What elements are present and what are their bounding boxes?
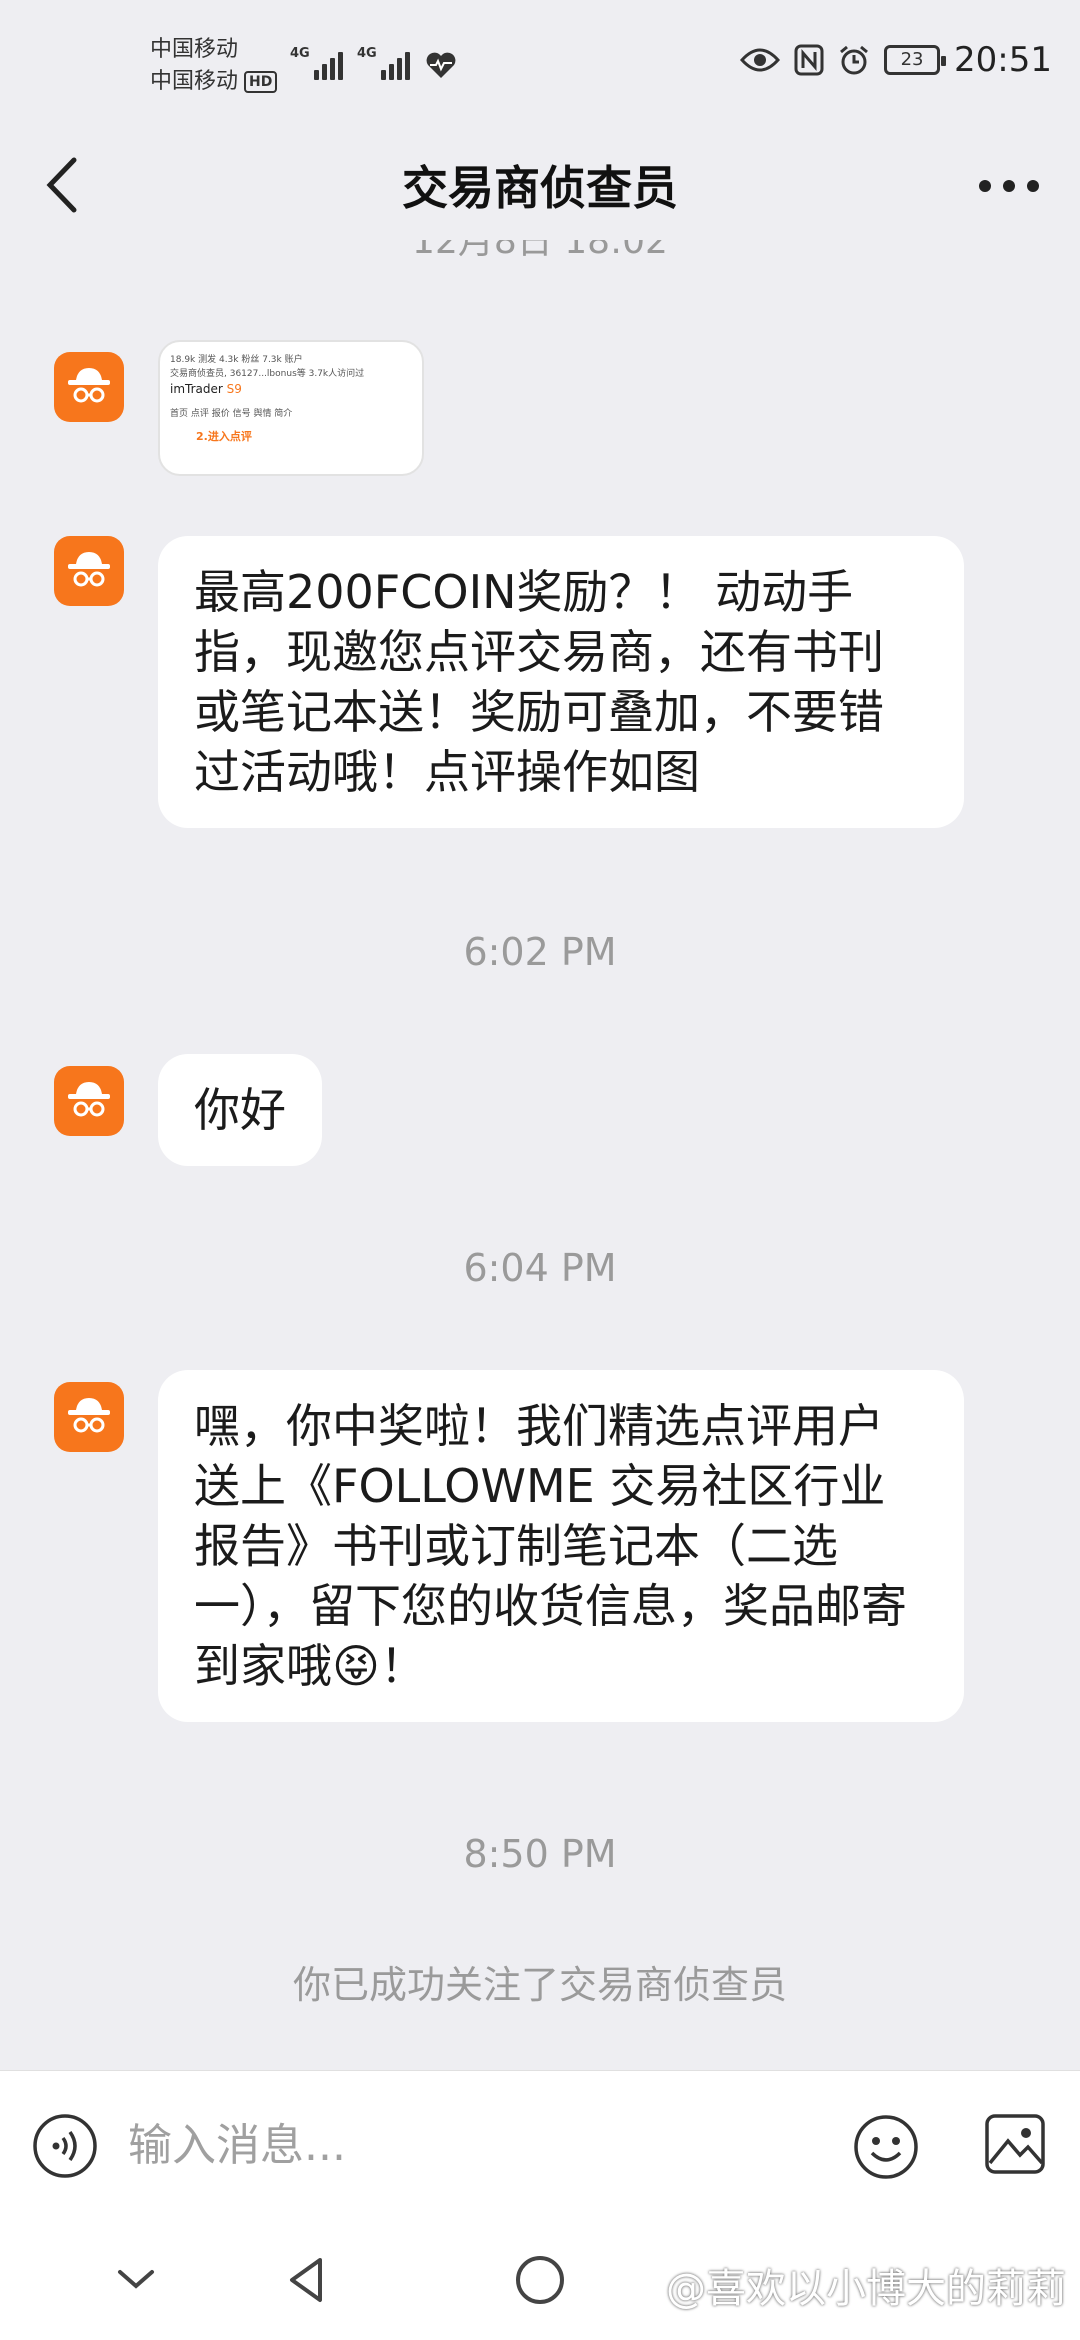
network-type-1: 4G [290,46,310,61]
heart-rate-icon [426,52,456,78]
message-bubble[interactable]: 最高200FCOIN奖励？！ 动动手指，现邀您点评交易商，还有书刊或笔记本送！奖… [158,536,964,828]
emoji-button[interactable] [852,2113,920,2181]
detective-icon [68,368,110,403]
more-options-button[interactable] [974,166,1044,206]
message-bubble[interactable]: 嘿，你中奖啦！我们精选点评用户送上《FOLLOWME 交易社区行业报告》书刊或订… [158,1370,964,1722]
emoji-icon [854,2115,918,2179]
carrier-1: 中国移动 [150,37,239,62]
avatar[interactable] [54,1066,124,1136]
alarm-icon [840,45,868,75]
navigation-bar: @喜欢以小博大的莉莉 [0,2220,1080,2340]
timestamp: 6:02 PM [463,930,617,974]
voice-icon [33,2114,97,2178]
image-button[interactable] [984,2113,1046,2175]
hide-keyboard-button[interactable] [106,2250,166,2310]
image-message[interactable]: 18.9k 测发 4.3k 粉丝 7.3k 账户 交易商侦查员, 36127..… [158,340,424,476]
chat-header: 交易商侦查员 [0,130,1080,240]
chevron-down-icon [118,2270,154,2289]
nav-home-button[interactable] [510,2250,570,2310]
message-bubble[interactable]: 你好 [158,1054,322,1166]
network-type-2: 4G [357,46,377,61]
circle-home-icon [516,2256,564,2304]
thumb-score: S9 [226,382,242,396]
image-icon [985,2114,1045,2174]
signal-icon: 4G [357,46,410,80]
message-input[interactable]: 输入消息... [128,2109,808,2183]
thumb-hint: 2.进入点评 [196,430,252,443]
signal-icon: 4G [290,46,343,80]
thumb-desc: 交易商侦查员, 36127...lbonus等 3.7k人访问过 [170,369,365,379]
thumb-brand: imTrader [170,382,223,396]
carrier-2: 中国移动 [150,69,239,94]
page-title: 交易商侦查员 [402,161,678,215]
thumb-tabs: 首页 点评 报价 信号 舆情 简介 [170,409,293,419]
more-dots-icon [979,180,1039,192]
status-icons: 23 20:51 [740,40,1052,80]
nfc-icon [794,44,824,76]
detective-icon [68,1398,110,1433]
chat-area[interactable]: 12月8日 18:02 18.9k 测发 4.3k 粉丝 7.3k 账户 交易商… [0,221,1080,2070]
carrier-info: 中国移动 中国移动 HD [150,34,278,98]
avatar[interactable] [54,352,124,422]
avatar[interactable] [54,536,124,606]
timestamp: 8:50 PM [463,1832,617,1876]
hd-badge: HD [244,71,278,93]
nav-back-button[interactable] [278,2250,338,2310]
eye-icon [740,48,781,72]
detective-icon [68,1082,110,1117]
detective-icon [68,552,110,587]
signal-indicators: 4G 4G [290,46,458,80]
voice-input-button[interactable] [32,2113,98,2179]
follow-notice: 你已成功关注了交易商侦查员 [292,1963,787,2007]
battery-icon: 23 [884,45,947,75]
triangle-back-icon [290,2258,322,2302]
thumb-stats: 18.9k 测发 4.3k 粉丝 7.3k 账户 [170,355,303,365]
timestamp: 6:04 PM [463,1246,617,1290]
status-bar: 中国移动 中国移动 HD 4G 4G 23 20:51 [0,0,1080,130]
clock: 20:51 [954,40,1052,80]
watermark: @喜欢以小博大的莉莉 [666,2266,1066,2312]
avatar[interactable] [54,1382,124,1452]
message-input-bar: 输入消息... [0,2070,1080,2220]
